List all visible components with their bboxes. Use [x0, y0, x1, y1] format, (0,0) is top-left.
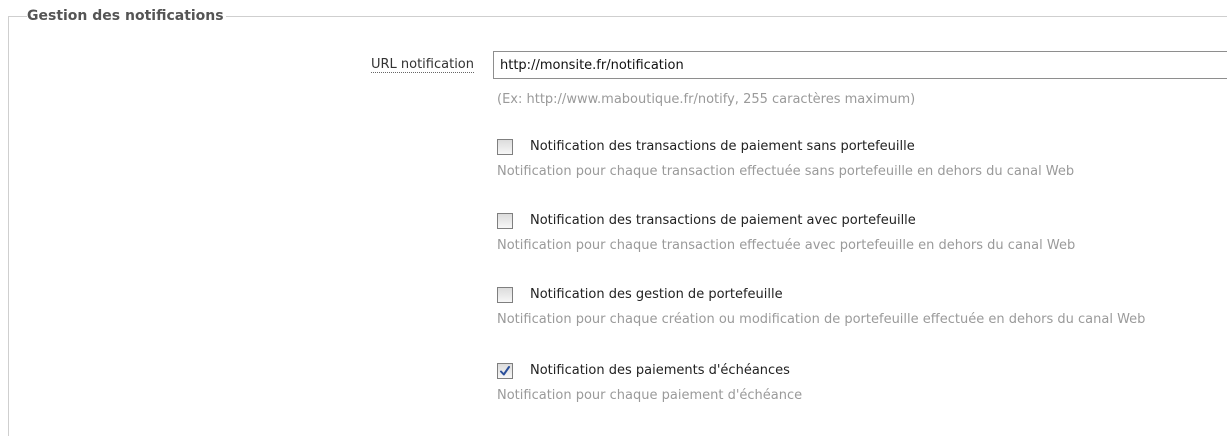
checkbox-payment-without-wallet[interactable] — [497, 139, 513, 155]
checkbox-wallet-management[interactable] — [497, 287, 513, 303]
url-notification-label-text: URL notification — [370, 57, 474, 73]
checkmark-icon — [500, 366, 510, 376]
option-label: Notification des transactions de paiemen… — [530, 213, 916, 228]
url-notification-label: URL notification — [330, 56, 474, 74]
option-description: Notification pour chaque transaction eff… — [497, 164, 1075, 179]
option-installment-payments: Notification des paiements d'échéances N… — [497, 361, 1227, 405]
option-row: Notification des transactions de paiemen… — [497, 211, 1227, 231]
option-label: Notification des transactions de paiemen… — [530, 139, 915, 154]
option-description: Notification pour chaque paiement d'éché… — [497, 388, 803, 403]
checkbox-payment-with-wallet[interactable] — [497, 213, 513, 229]
option-label: Notification des gestion de portefeuille — [530, 287, 783, 302]
option-payment-with-wallet: Notification des transactions de paiemen… — [497, 211, 1227, 255]
option-row: Notification des paiements d'échéances — [497, 361, 1227, 381]
option-description: Notification pour chaque transaction eff… — [497, 238, 1076, 253]
checkbox-installment-payments[interactable] — [497, 363, 513, 379]
option-description: Notification pour chaque création ou mod… — [497, 312, 1146, 327]
option-payment-without-wallet: Notification des transactions de paiemen… — [497, 137, 1227, 181]
option-label: Notification des paiements d'échéances — [530, 363, 790, 378]
fieldset-legend: Gestion des notifications — [27, 6, 226, 26]
url-notification-hint: (Ex: http://www.maboutique.fr/notify, 25… — [497, 92, 916, 107]
option-wallet-management: Notification des gestion de portefeuille… — [497, 285, 1227, 329]
url-notification-input[interactable] — [493, 51, 1227, 79]
option-row: Notification des transactions de paiemen… — [497, 137, 1227, 157]
option-row: Notification des gestion de portefeuille — [497, 285, 1227, 305]
